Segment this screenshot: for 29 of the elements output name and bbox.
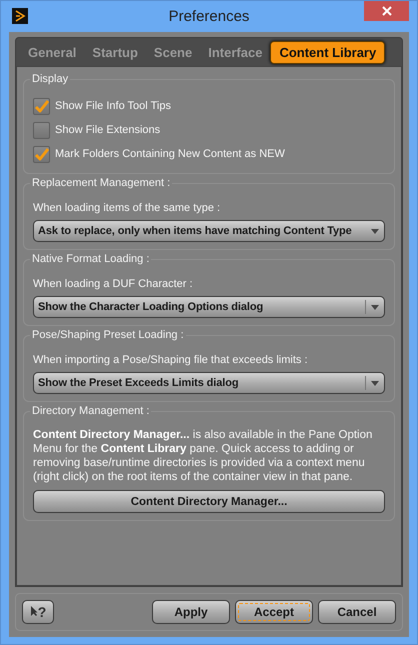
tab[interactable]: Content Library <box>270 40 386 64</box>
info-paragraph: Content Directory Manager... is also available in the Pane Option Menu for the Content Library pane. Quick access to adding or removing base/runtime directories is provided via a context menu (right click) on the root items of the container view in that pane. <box>33 428 374 484</box>
dialog-button[interactable]: Accept <box>235 600 313 624</box>
field-label: When loading a DUF Character : <box>33 278 194 290</box>
checkbox[interactable] <box>33 122 50 138</box>
field-label: When loading items of the same type : <box>33 202 222 214</box>
dialog-button[interactable]: Cancel <box>318 600 396 624</box>
checkbox-label: Show File Extensions <box>55 124 160 136</box>
group-title: Native Format Loading : <box>30 253 152 266</box>
group-title: Display <box>30 73 70 86</box>
dropdown[interactable]: Show the Preset Exceeds Limits dialog <box>33 372 385 394</box>
dropdown[interactable]: Show the Character Loading Options dialog <box>33 296 385 318</box>
group-title: Replacement Management : <box>30 177 172 190</box>
content-directory-manager-button[interactable]: Content Directory Manager... <box>33 490 385 513</box>
app-logo-icon <box>12 8 28 24</box>
cursor-icon <box>30 605 38 617</box>
checkbox[interactable] <box>33 98 50 114</box>
dropdown[interactable]: Ask to replace, only when items have matching Content Type <box>33 220 385 242</box>
group-title: Directory Management : <box>30 405 152 418</box>
help-button[interactable]: ? <box>22 600 54 624</box>
checkbox-label: Show File Info Tool Tips <box>55 100 171 112</box>
dialog-button[interactable]: Apply <box>152 600 230 624</box>
close-button[interactable] <box>364 1 409 21</box>
group-title: Pose/Shaping Preset Loading : <box>30 329 186 342</box>
field-label: When importing a Pose/Shaping file that exceeds limits : <box>33 354 309 366</box>
window-title: Preferences <box>168 8 250 25</box>
close-icon <box>382 6 392 16</box>
checkbox-label: Mark Folders Containing New Content as NEW <box>55 148 285 160</box>
checkbox[interactable] <box>33 146 50 162</box>
